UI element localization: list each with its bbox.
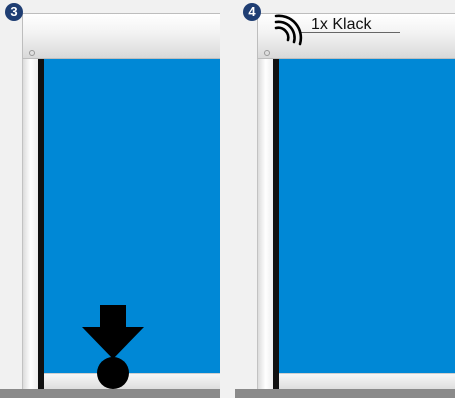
blind-fabric (279, 59, 455, 375)
blind-bottom-bar (279, 373, 455, 389)
cassette-screw (264, 50, 270, 56)
step-badge: 3 (5, 3, 23, 21)
push-down-arrow-icon (82, 305, 144, 389)
cassette-screw (29, 50, 35, 56)
window-sill (235, 389, 455, 398)
window-sill (0, 389, 220, 398)
step-badge: 4 (243, 3, 261, 21)
step-4-panel (235, 0, 455, 398)
sound-waves-icon (274, 14, 303, 46)
roller-cassette (22, 13, 220, 59)
sound-label: 1x Klack (311, 16, 372, 33)
